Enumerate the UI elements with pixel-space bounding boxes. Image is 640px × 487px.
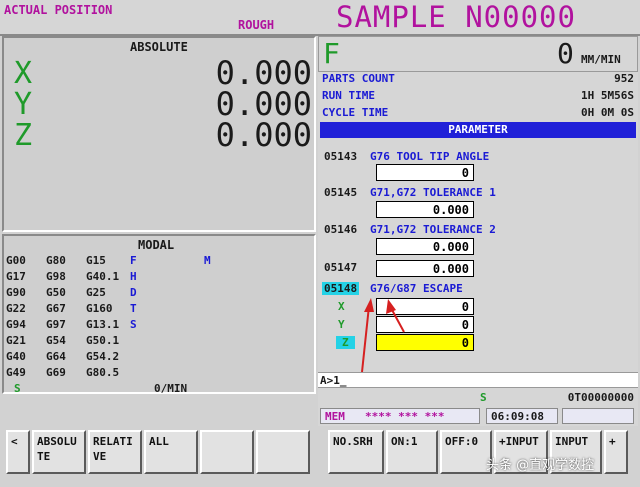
modal-cell: G160 bbox=[86, 302, 113, 315]
softkey-next[interactable]: + bbox=[604, 430, 628, 474]
modal-title: MODAL bbox=[138, 238, 175, 252]
modal-cell: G69 bbox=[46, 366, 66, 379]
axis-value-z: 0.000 bbox=[215, 116, 312, 154]
mem-status-bar: MEM **** *** *** 06:09:08 bbox=[318, 406, 638, 426]
modal-cell: M bbox=[204, 254, 211, 267]
mode-subtitle: ROUGH bbox=[238, 18, 275, 32]
arrow-to-param-number bbox=[361, 298, 374, 372]
modal-cell: G94 bbox=[6, 318, 26, 331]
mem-blank-box bbox=[562, 408, 634, 424]
softkey-prev[interactable]: < bbox=[6, 430, 30, 474]
softkey-no-srh-label: NO.SRH bbox=[333, 435, 373, 448]
modal-cell: G22 bbox=[6, 302, 26, 315]
softkey-off-0[interactable]: OFF:0 bbox=[440, 430, 492, 474]
mode-title: ACTUAL POSITION bbox=[4, 3, 113, 17]
softkey-blank-1[interactable] bbox=[200, 430, 254, 474]
softkey-blank-2-label bbox=[258, 432, 308, 436]
run-time-value: 1H 5M56S bbox=[581, 89, 634, 102]
softkey-plus-input-label: +INPUT bbox=[499, 435, 539, 448]
cycle-time-value: 0H 0M 0S bbox=[581, 106, 634, 119]
modal-cell: G97 bbox=[46, 318, 66, 331]
feed-label: F bbox=[323, 37, 340, 70]
arrow-to-escape-x bbox=[386, 299, 405, 333]
modal-cell: H bbox=[130, 270, 137, 283]
absolute-position-panel: ABSOLUTE X 0.000 Y 0.000 Z 0.000 bbox=[2, 36, 316, 232]
modal-cell: T bbox=[130, 302, 137, 315]
modal-cell: G64 bbox=[46, 350, 66, 363]
feed-value: 0 bbox=[557, 37, 574, 70]
run-time-label: RUN TIME bbox=[322, 89, 375, 102]
axis-label-z: Z bbox=[14, 118, 33, 153]
modal-cell: G00 bbox=[6, 254, 26, 267]
feed-unit: MM/MIN bbox=[581, 53, 621, 66]
softkey-on-1-label: ON:1 bbox=[391, 435, 418, 448]
softkey-off-0-label: OFF:0 bbox=[445, 435, 479, 448]
status-panel: PARTS COUNT 952 RUN TIME 1H 5M56S CYCLE … bbox=[318, 72, 638, 122]
spindle-tool-bar: S 0T00000000 bbox=[318, 388, 638, 406]
softkey-blank-1-label bbox=[202, 432, 252, 436]
softkey-absolute-label: ABSOLU TE bbox=[37, 435, 77, 463]
modal-cell: G67 bbox=[46, 302, 66, 315]
input-line-bar[interactable]: A>1_ bbox=[318, 372, 638, 388]
mem-mode-box: MEM **** *** *** bbox=[320, 408, 480, 424]
modal-cell: G40 bbox=[6, 350, 26, 363]
spindle-s-label: S bbox=[480, 391, 487, 404]
softkey-bar-left: < ABSOLU TE RELATI VE ALL bbox=[0, 426, 318, 476]
modal-cell: G80.5 bbox=[86, 366, 120, 379]
axis-label-y: Y bbox=[14, 87, 33, 122]
cycle-time-label: CYCLE TIME bbox=[322, 106, 389, 119]
modal-cell: G21 bbox=[6, 334, 26, 347]
modal-cell: G90 bbox=[6, 286, 26, 299]
mem-stars: **** *** *** bbox=[365, 410, 445, 423]
softkey-absolute[interactable]: ABSOLU TE bbox=[32, 430, 86, 474]
softkey-prev-label: < bbox=[11, 435, 18, 448]
modal-feed-unit: 0/MIN bbox=[154, 382, 188, 395]
annotation-arrows bbox=[361, 298, 405, 372]
header-bar: ACTUAL POSITION ROUGH SAMPLE N00000 bbox=[0, 0, 640, 36]
softkey-next-label: + bbox=[609, 435, 616, 448]
modal-cell: D bbox=[130, 286, 137, 299]
modal-cell: G17 bbox=[6, 270, 26, 283]
modal-cell: G40.1 bbox=[86, 270, 120, 283]
modal-s-label: S bbox=[14, 382, 21, 395]
modal-cell: G15 bbox=[86, 254, 106, 267]
softkey-no-srh[interactable]: NO.SRH bbox=[328, 430, 384, 474]
feed-panel: F 0 MM/MIN bbox=[318, 36, 638, 72]
input-line[interactable]: A>1_ bbox=[320, 374, 347, 387]
softkey-relative[interactable]: RELATI VE bbox=[88, 430, 142, 474]
modal-cell: G54.2 bbox=[86, 350, 120, 363]
modal-cell: F bbox=[130, 254, 137, 267]
modal-cell: G49 bbox=[6, 366, 26, 379]
modal-cell: G54 bbox=[46, 334, 66, 347]
parts-count-label: PARTS COUNT bbox=[322, 72, 395, 85]
watermark: 头条 @直观学数控 bbox=[486, 458, 595, 473]
parameter-panel: PARAMETER 05143 G76 TOOL TIP ANGLE 0 051… bbox=[318, 122, 638, 372]
modal-cell: G13.1 bbox=[86, 318, 120, 331]
program-number: SAMPLE N00000 bbox=[336, 0, 576, 34]
modal-cell: G80 bbox=[46, 254, 66, 267]
absolute-title: ABSOLUTE bbox=[130, 40, 188, 54]
modal-cell: G98 bbox=[46, 270, 66, 283]
clock: 06:09:08 bbox=[491, 410, 544, 423]
softkey-relative-label: RELATI VE bbox=[93, 435, 133, 463]
parts-count-value: 952 bbox=[614, 72, 634, 85]
modal-cell: G50.1 bbox=[86, 334, 120, 347]
modal-panel: MODAL G00 G80 G15 F M G17 G98 G40.1 H G90 G50 G25 D G… bbox=[2, 234, 316, 395]
softkey-all-label: ALL bbox=[149, 435, 169, 448]
mem-mode: MEM bbox=[325, 410, 345, 423]
modal-cell: G50 bbox=[46, 286, 66, 299]
softkey-on-1[interactable]: ON:1 bbox=[386, 430, 438, 474]
tool-number: 0T00000000 bbox=[567, 391, 634, 404]
softkey-blank-2[interactable] bbox=[256, 430, 310, 474]
clock-box: 06:09:08 bbox=[486, 408, 558, 424]
softkey-input-label: INPUT bbox=[555, 435, 589, 448]
modal-cell: S bbox=[130, 318, 137, 331]
axis-label-x: X bbox=[14, 56, 33, 91]
softkey-all[interactable]: ALL bbox=[144, 430, 198, 474]
modal-cell: G25 bbox=[86, 286, 106, 299]
